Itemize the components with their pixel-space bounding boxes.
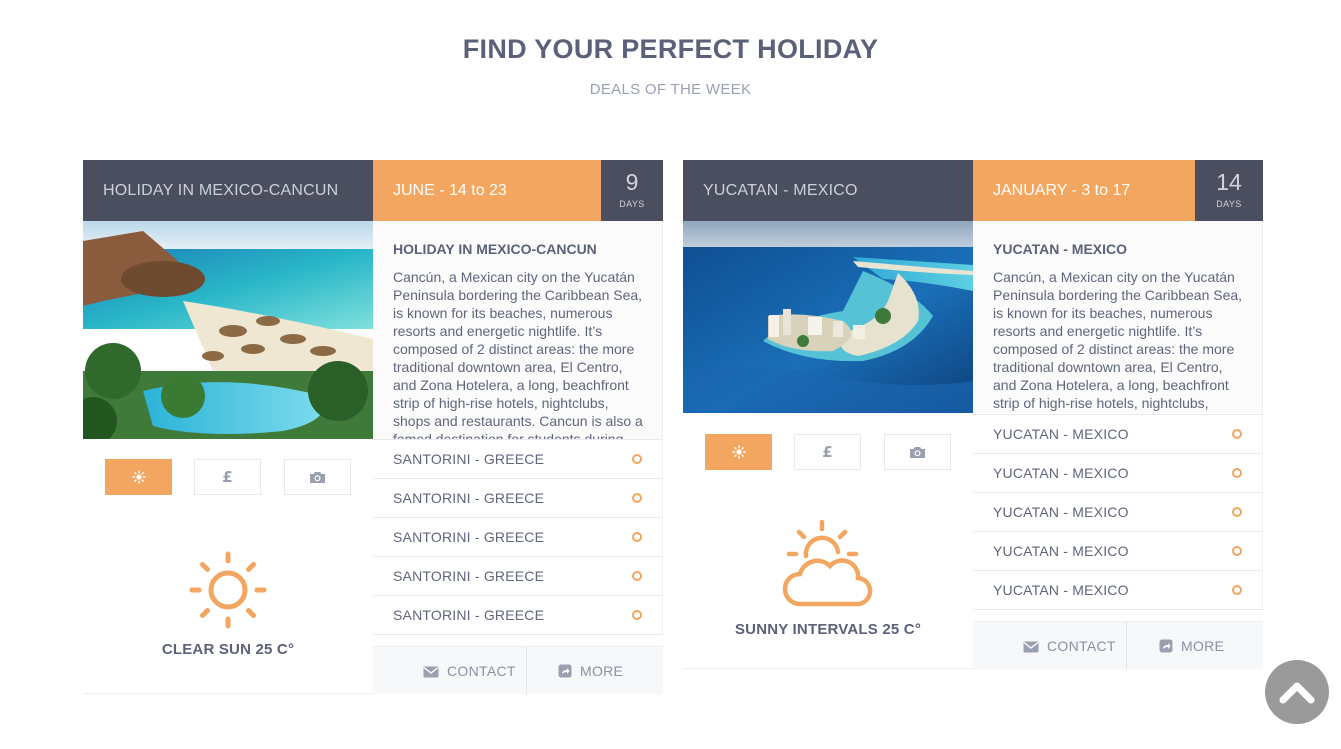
list-item-label: YUCATAN - MEXICO [993, 582, 1129, 598]
list-item-label: SANTORINI - GREECE [393, 451, 545, 467]
card-divider [683, 668, 973, 669]
list-item[interactable]: SANTORINI - GREECE [373, 596, 663, 635]
camera-icon [910, 447, 925, 459]
weather-icon [731, 445, 746, 459]
list-item[interactable]: YUCATAN - MEXICO [973, 571, 1263, 610]
aerial-photo [683, 221, 973, 413]
description-text: Cancún, a Mexican city on the Yucatán Pe… [393, 269, 643, 439]
list-item[interactable]: SANTORINI - GREECE [373, 557, 663, 596]
pound-icon: £ [222, 468, 233, 486]
date-range: JANUARY - 3 to 17 [973, 160, 1195, 221]
weather-icon [131, 470, 146, 484]
list-item[interactable]: YUCATAN - MEXICO [973, 493, 1263, 532]
contact-label: CONTACT [1047, 638, 1116, 654]
sun-cloud-icon [782, 519, 873, 607]
resort-photo [83, 221, 373, 439]
days-label: DAYS [619, 199, 645, 209]
days-label: DAYS [1216, 199, 1242, 209]
photos-tab[interactable] [884, 434, 951, 470]
share-icon [558, 664, 572, 678]
list-item[interactable]: SANTORINI - GREECE [373, 518, 663, 557]
weather-tab[interactable] [105, 459, 172, 495]
price-tab[interactable]: £ [794, 434, 861, 470]
card-actions: CONTACT MORE [373, 646, 663, 695]
weather-label: SUNNY INTERVALS 25 C° [734, 621, 922, 638]
scroll-to-top-button[interactable] [1265, 660, 1329, 724]
weather-panel: CLEAR SUN 25 C° [83, 550, 373, 658]
action-divider [526, 647, 527, 695]
circle-icon [632, 454, 642, 464]
description-panel: HOLIDAY IN MEXICO-CANCUN Cancún, a Mexic… [373, 221, 663, 439]
page-title: FIND YOUR PERFECT HOLIDAY [462, 34, 879, 64]
days-badge: 9 DAYS [601, 160, 663, 221]
list-item-label: YUCATAN - MEXICO [993, 543, 1129, 559]
info-tabs: £ [683, 434, 973, 470]
pound-icon: £ [822, 443, 833, 461]
price-tab[interactable]: £ [194, 459, 261, 495]
days-count: 9 [625, 169, 639, 195]
description-panel: YUCATAN - MEXICO Cancún, a Mexican city … [973, 221, 1263, 413]
list-item-label: SANTORINI - GREECE [393, 529, 545, 545]
circle-icon [632, 493, 642, 503]
list-item-label: SANTORINI - GREECE [393, 568, 545, 584]
description-title: HOLIDAY IN MEXICO-CANCUN [393, 241, 597, 257]
list-item[interactable]: YUCATAN - MEXICO [973, 454, 1263, 493]
chevron-up-icon [1279, 682, 1315, 704]
date-range: JUNE - 14 to 23 [373, 160, 601, 221]
circle-icon [632, 610, 642, 620]
circle-icon [1232, 585, 1242, 595]
more-button[interactable]: MORE [1159, 622, 1224, 670]
description-text: Cancún, a Mexican city on the Yucatán Pe… [993, 269, 1243, 411]
contact-label: CONTACT [447, 663, 516, 679]
list-item-label: YUCATAN - MEXICO [993, 504, 1129, 520]
card-divider [83, 693, 373, 694]
list-item-label: SANTORINI - GREECE [393, 607, 545, 623]
circle-icon [1232, 507, 1242, 517]
holiday-card-yucatan: YUCATAN - MEXICO JANUARY - 3 to 17 14 DA… [683, 160, 1263, 670]
camera-icon [310, 472, 325, 484]
contact-button[interactable]: CONTACT [1023, 622, 1116, 670]
contact-button[interactable]: CONTACT [423, 647, 516, 695]
more-label: MORE [580, 663, 624, 679]
photos-tab[interactable] [284, 459, 351, 495]
list-item[interactable]: SANTORINI - GREECE [373, 440, 663, 479]
weather-label: CLEAR SUN 25 C° [161, 641, 295, 658]
days-count: 14 [1216, 169, 1242, 195]
destination-list: SANTORINI - GREECE SANTORINI - GREECE SA… [373, 439, 663, 635]
weather-tab[interactable] [705, 434, 772, 470]
page-subtitle: DEALS OF THE WEEK [589, 81, 752, 98]
list-item-label: YUCATAN - MEXICO [993, 465, 1129, 481]
card-title: HOLIDAY IN MEXICO-CANCUN [83, 160, 373, 221]
holiday-card-cancun: HOLIDAY IN MEXICO-CANCUN JUNE - 14 to 23… [83, 160, 663, 695]
weather-panel: SUNNY INTERVALS 25 C° [683, 518, 973, 638]
more-button[interactable]: MORE [558, 647, 623, 695]
circle-icon [1232, 468, 1242, 478]
circle-icon [632, 571, 642, 581]
list-item[interactable]: YUCATAN - MEXICO [973, 415, 1263, 454]
list-item[interactable]: YUCATAN - MEXICO [973, 532, 1263, 571]
days-badge: 14 DAYS [1195, 160, 1263, 221]
destination-list: YUCATAN - MEXICO YUCATAN - MEXICO YUCATA… [973, 414, 1263, 610]
list-item-label: YUCATAN - MEXICO [993, 426, 1129, 442]
circle-icon [1232, 546, 1242, 556]
list-item[interactable]: SANTORINI - GREECE [373, 479, 663, 518]
sun-icon [189, 551, 267, 629]
more-label: MORE [1181, 638, 1225, 654]
action-divider [1126, 622, 1127, 670]
card-title: YUCATAN - MEXICO [683, 160, 973, 221]
description-title: YUCATAN - MEXICO [993, 241, 1128, 257]
list-item-label: SANTORINI - GREECE [393, 490, 545, 506]
envelope-icon [1023, 641, 1039, 653]
envelope-icon [423, 666, 439, 678]
card-actions: CONTACT MORE [973, 621, 1263, 670]
share-icon [1159, 639, 1173, 653]
circle-icon [1232, 429, 1242, 439]
circle-icon [632, 532, 642, 542]
info-tabs: £ [83, 459, 373, 495]
